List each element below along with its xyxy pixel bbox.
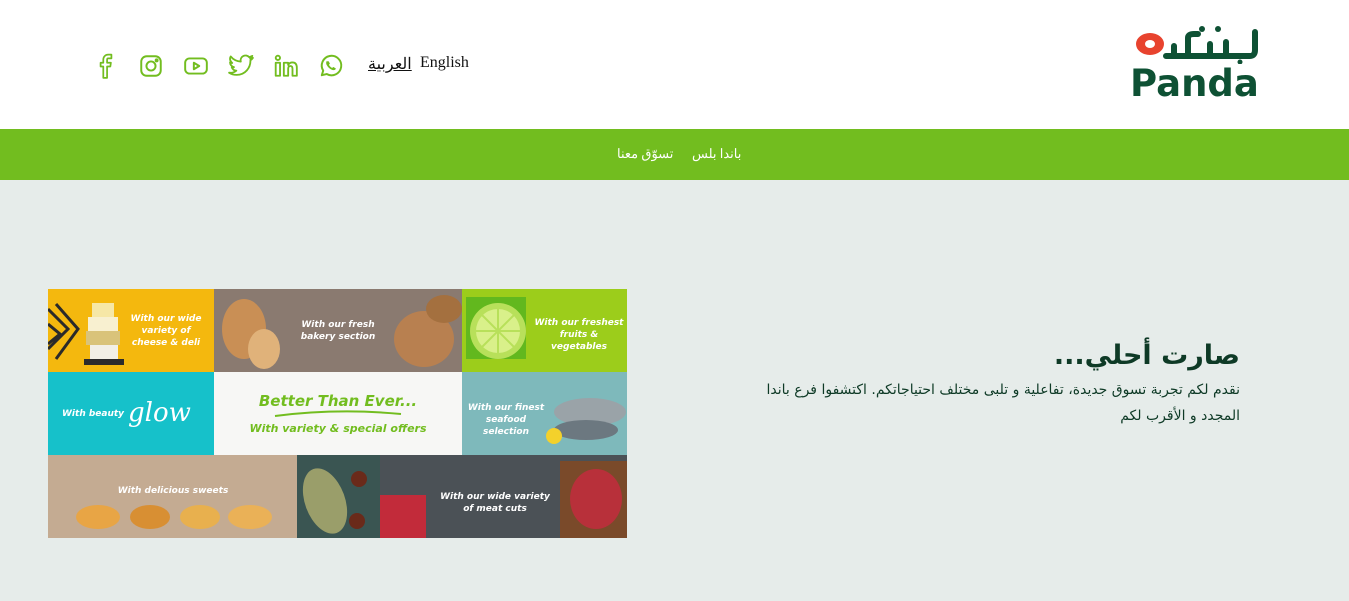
tile-caption: With our freshest fruits & vegetables (534, 318, 624, 352)
tile-caption: With beauty (62, 409, 125, 419)
banner-subheadline: With variety & special offers (249, 422, 427, 435)
logo-latin-text: Panda (1130, 62, 1259, 105)
swoosh-decoration (274, 410, 402, 417)
language-arabic-link[interactable]: العربية (368, 54, 412, 74)
hero-description: نقدم لكم تجربة تسوق جديدة، تفاعلية و تلب… (766, 382, 1240, 424)
tile-spices (297, 455, 380, 538)
twitter-icon[interactable] (228, 51, 273, 81)
hero-title: صارت أحلي... (1053, 340, 1240, 371)
tile-caption: With our wide variety of cheese & deli (130, 314, 202, 348)
pattern-decoration (48, 303, 80, 360)
tile-caption: With our fresh bakery section (300, 319, 376, 342)
tile-caption: With delicious sweets (117, 486, 229, 496)
nav-item-panda-plus[interactable]: باندا بلس (692, 146, 741, 162)
tile-caption: With our wide variety of meat cuts (440, 492, 550, 514)
tile-bakery: With our fresh bakery section (214, 289, 462, 372)
facebook-icon[interactable] (93, 51, 138, 81)
glow-script-text: glow (128, 398, 191, 428)
linkedin-icon[interactable] (273, 51, 318, 81)
cheese-stack-image (84, 303, 124, 365)
tile-caption: With our finest seafood selection (467, 403, 545, 437)
language-english-link[interactable]: English (420, 54, 469, 72)
lime-image (466, 297, 526, 359)
fish-image (546, 398, 626, 444)
social-links (93, 51, 363, 81)
instagram-icon[interactable] (138, 51, 183, 81)
promo-banner[interactable]: With our wide variety of cheese & deli W… (48, 289, 627, 538)
tile-beauty: With beauty glow (48, 372, 214, 455)
panda-logo[interactable]: Panda (1128, 24, 1259, 108)
tile-fruits-vegetables: With our freshest fruits & vegetables (462, 289, 627, 372)
youtube-icon[interactable] (183, 51, 228, 81)
tile-meat: With our wide variety of meat cuts (380, 455, 627, 538)
tile-cheese-deli: With our wide variety of cheese & deli (48, 289, 214, 372)
top-header: العربية English Panda (0, 0, 1349, 129)
logo-arabic-mark (1136, 26, 1258, 64)
tile-seafood: With our finest seafood selection (462, 372, 627, 455)
nav-item-shop-with-us[interactable]: تسوّق معنا (617, 146, 673, 162)
spices-image (302, 468, 367, 534)
main-navigation: باندا بلس تسوّق معنا (0, 129, 1349, 180)
banner-headline: Better Than Ever... (258, 392, 418, 410)
pastries-image (76, 505, 272, 529)
tile-sweets: With delicious sweets (48, 455, 297, 538)
tile-better-than-ever: Better Than Ever... With variety & speci… (214, 372, 462, 455)
whatsapp-icon[interactable] (318, 51, 363, 81)
hero-section: صارت أحلي... نقدم لكم تجربة تسوق جديدة، … (760, 340, 1240, 429)
